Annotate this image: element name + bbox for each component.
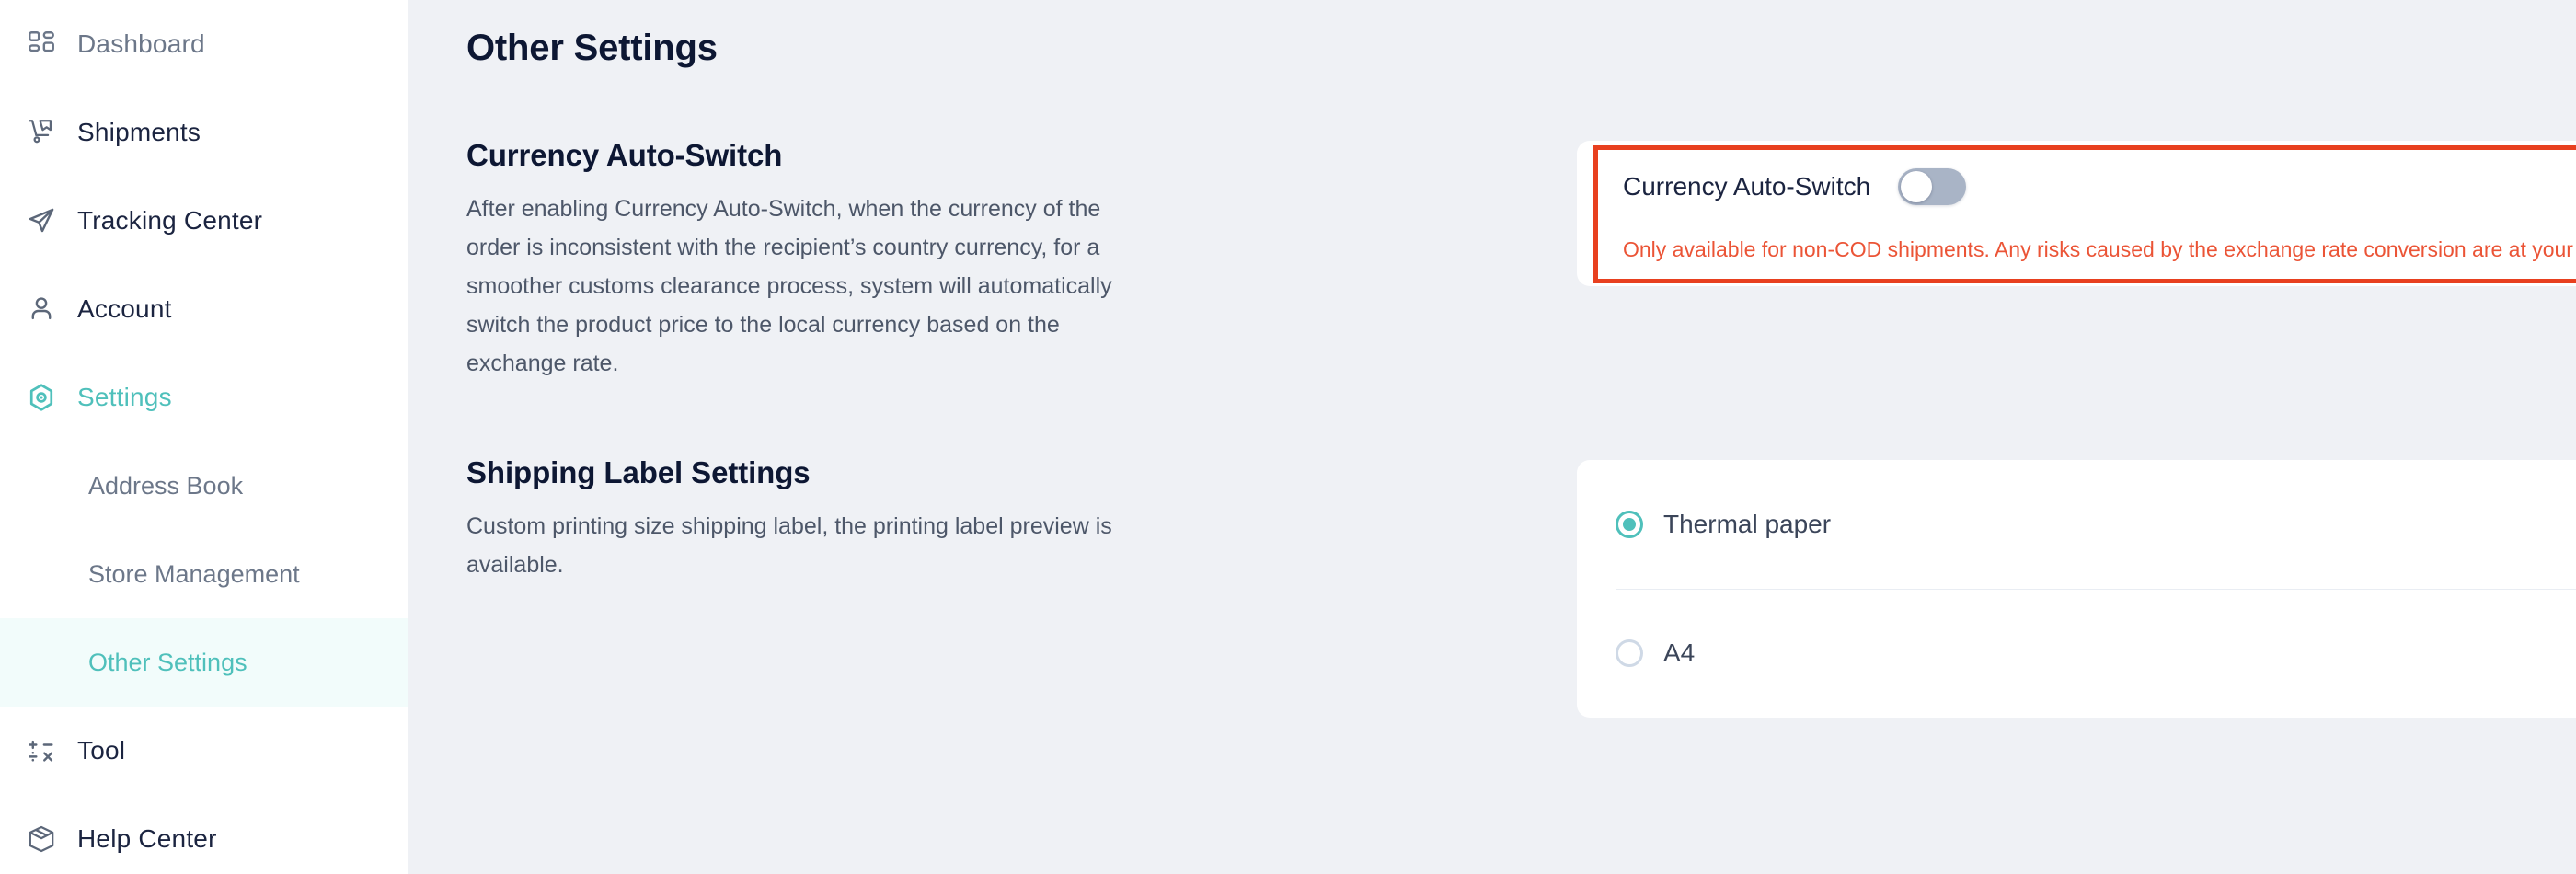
sidebar-item-account[interactable]: Account — [0, 265, 408, 353]
currency-section-heading: Currency Auto-Switch — [466, 138, 783, 172]
list-item[interactable]: Thermal paper Preview — [1577, 460, 2576, 589]
grid-dashboard-icon — [20, 23, 63, 65]
radio-thermal-paper[interactable] — [1616, 511, 1643, 538]
user-icon — [20, 288, 63, 330]
currency-auto-switch-toggle[interactable] — [1898, 168, 1967, 205]
sidebar-item-label: Account — [77, 294, 172, 323]
sidebar-item-label: Tracking Center — [77, 206, 263, 235]
sidebar-subitem-label: Other Settings — [88, 648, 247, 676]
calculator-icon — [20, 730, 63, 772]
sidebar-subitem-store-management[interactable]: Store Management — [0, 530, 408, 618]
currency-warning-text: Only available for non-COD shipments. An… — [1623, 237, 2576, 261]
sidebar-subitem-label: Store Management — [88, 559, 300, 588]
sidebar-item-label: Tool — [77, 736, 126, 765]
sidebar-subitem-label: Address Book — [88, 471, 244, 500]
shipping-label-options-card: Thermal paper Preview A4 Preview — [1577, 460, 2576, 718]
hexagon-gear-icon — [20, 376, 63, 419]
currency-description-block: Currency Auto-Switch After enabling Curr… — [466, 138, 1147, 383]
shipping-label-description-block: Shipping Label Settings Custom printing … — [466, 455, 1147, 584]
currency-section-body: After enabling Currency Auto-Switch, whe… — [466, 196, 1112, 376]
sidebar-item-tracking-center[interactable]: Tracking Center — [0, 177, 408, 265]
sidebar-item-help-center[interactable]: Help Center — [0, 795, 408, 874]
sidebar-item-tool[interactable]: Tool — [0, 707, 408, 795]
sidebar-item-label: Settings — [77, 383, 172, 411]
currency-toggle-label: Currency Auto-Switch — [1623, 172, 1871, 201]
sidebar-item-label: Shipments — [77, 118, 201, 146]
sidebar-item-label: Dashboard — [77, 29, 205, 58]
sidebar-subitem-other-settings[interactable]: Other Settings — [0, 618, 408, 707]
option-label: Thermal paper — [1663, 510, 1832, 538]
sidebar-item-label: Help Center — [77, 824, 217, 853]
shipping-label-section-body: Custom printing size shipping label, the… — [466, 513, 1112, 578]
main-content: Other Settings Currency Auto-Switch Afte… — [408, 0, 2576, 874]
radio-a4[interactable] — [1616, 639, 1643, 667]
option-label: A4 — [1663, 638, 1696, 667]
page-title: Other Settings — [466, 28, 718, 68]
hand-truck-icon — [20, 111, 63, 154]
package-box-icon — [20, 818, 63, 860]
sidebar: Dashboard Shipments Tracking Center Acco… — [0, 0, 408, 874]
shipping-label-section-heading: Shipping Label Settings — [466, 455, 811, 489]
sidebar-subitem-address-book[interactable]: Address Book — [0, 442, 408, 530]
currency-toggle-row: Currency Auto-Switch — [1623, 168, 1967, 205]
currency-auto-switch-card: Currency Auto-Switch Only available for … — [1577, 141, 2576, 286]
sidebar-item-settings[interactable]: Settings — [0, 353, 408, 442]
sidebar-item-dashboard[interactable]: Dashboard — [0, 0, 408, 88]
app-root: Dashboard Shipments Tracking Center Acco… — [0, 0, 2576, 874]
annotation-highlight-box — [1593, 145, 2576, 283]
list-item[interactable]: A4 Preview — [1577, 589, 2576, 718]
sidebar-item-shipments[interactable]: Shipments — [0, 88, 408, 177]
paper-plane-icon — [20, 200, 63, 242]
toggle-knob — [1901, 171, 1933, 202]
